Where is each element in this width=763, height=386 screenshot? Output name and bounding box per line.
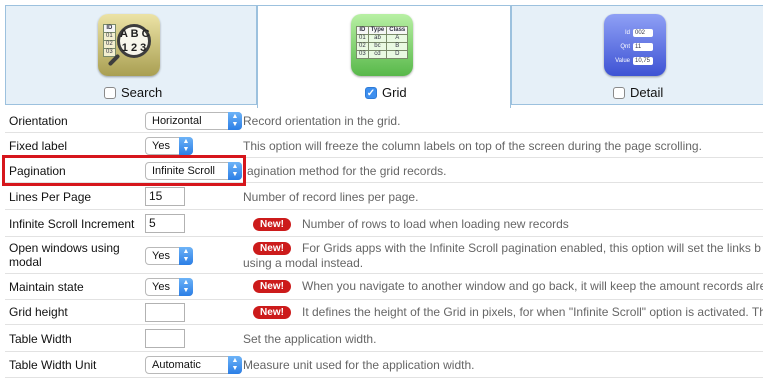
detail-icon-label: Value	[615, 58, 630, 64]
search-icon-cell: 03	[103, 48, 116, 57]
grid-icon-cell: 01	[356, 34, 369, 43]
detail-icon-row: Qnt 11	[612, 43, 653, 51]
search-icon-cell: ID	[103, 24, 116, 33]
setting-row-open-windows-modal: Open windows using modal Yes ▲ ▼ New! For…	[5, 237, 763, 274]
detail-icon-value: 10,75	[633, 57, 653, 65]
detail-icon-value: 11	[633, 43, 653, 51]
setting-label: modal	[9, 255, 42, 269]
search-icon-cell: 01	[103, 32, 116, 41]
tab-grid-toggle[interactable]: ✓ Grid	[365, 85, 407, 100]
select-arrows-icon: ▲ ▼	[179, 137, 193, 155]
infinite-scroll-increment-input[interactable]: 5	[145, 214, 185, 233]
setting-label: Infinite Scroll Increment	[9, 217, 135, 231]
tab-detail[interactable]: Id 002 Qnt 11 Value 10,75 Detail	[511, 5, 763, 105]
search-checkbox[interactable]	[104, 86, 116, 99]
search-icon-grid: ID 01 02 03	[103, 24, 116, 57]
tab-detail-toggle[interactable]: Detail	[613, 85, 663, 100]
orientation-select[interactable]: Horizontal ▲ ▼	[145, 112, 242, 130]
select-arrows-icon: ▲ ▼	[179, 278, 193, 296]
tab-search-toggle[interactable]: Search	[104, 85, 162, 100]
setting-description: Number of record lines per page.	[243, 190, 419, 204]
new-badge: New!	[253, 306, 291, 319]
select-value: Yes	[152, 140, 170, 152]
select-value: Yes	[152, 281, 170, 293]
detail-icon-label: Qnt	[620, 44, 630, 50]
detail-app-icon: Id 002 Qnt 11 Value 10,75	[604, 14, 666, 76]
detail-icon-value: 002	[633, 29, 653, 37]
maintain-state-select[interactable]: Yes ▲ ▼	[145, 278, 193, 296]
search-icon-cell: 02	[103, 40, 116, 49]
select-value: Horizontal	[152, 115, 202, 127]
pagination-highlight-box	[2, 155, 246, 186]
setting-row-maintain-state: Maintain state Yes ▲ ▼ New! When you navi…	[5, 274, 763, 300]
setting-row-orientation: Orientation Horizontal ▲ ▼ Record orienta…	[5, 108, 763, 133]
setting-label: Grid height	[9, 305, 68, 319]
grid-height-input[interactable]	[145, 303, 185, 322]
grid-icon-cell: A	[386, 34, 409, 43]
setting-description: This option will freeze the column label…	[243, 139, 702, 153]
tab-grid[interactable]: ID Type Class 01 ab A 02 bc B 03 cd D ✓ …	[257, 5, 511, 108]
setting-label: Open windows using	[9, 241, 120, 255]
setting-description: It defines the height of the Grid in pix…	[302, 305, 763, 319]
setting-description: Number of rows to load when loading new …	[302, 217, 569, 231]
setting-description: For Grids apps with the Infinite Scroll …	[302, 241, 761, 255]
setting-description: Record orientation in the grid.	[243, 114, 401, 128]
tab-detail-label: Detail	[630, 85, 664, 100]
tab-grid-label: Grid	[382, 85, 407, 100]
grid-checkbox[interactable]: ✓	[365, 86, 377, 99]
magnifier-icon: A B C 1 2 3	[117, 24, 151, 58]
grid-icon-cell: bc	[367, 42, 388, 51]
detail-icon-label: Id	[624, 30, 630, 36]
new-badge: New!	[253, 280, 291, 293]
select-arrows-icon: ▲ ▼	[228, 356, 242, 374]
select-arrows-icon: ▲ ▼	[228, 112, 242, 130]
setting-description: agination method for the grid records.	[247, 164, 447, 178]
grid-icon-cell: 03	[356, 50, 369, 59]
detail-icon-row: Value 10,75	[612, 57, 653, 65]
setting-label: Fixed label	[9, 139, 68, 153]
select-value: Automatic	[152, 359, 201, 371]
grid-icon-cell: B	[386, 42, 409, 51]
grid-icon-header: Type	[367, 26, 388, 35]
setting-description: Measure unit used for the application wi…	[243, 358, 475, 372]
setting-row-table-width-unit: Table Width Unit Automatic ▲ ▼ Measure un…	[5, 352, 763, 378]
table-width-input[interactable]	[145, 329, 185, 348]
new-badge: New!	[253, 218, 291, 231]
open-windows-modal-select[interactable]: Yes ▲ ▼	[145, 247, 193, 265]
lines-per-page-input[interactable]: 15	[145, 187, 185, 206]
search-app-icon: ID 01 02 03 A B C 1 2 3	[98, 14, 160, 76]
setting-row-infinite-scroll-increment: Infinite Scroll Increment 5 New! Number …	[5, 210, 763, 237]
new-badge: New!	[253, 242, 291, 255]
grid-icon-header: ID	[356, 26, 369, 35]
input-value: 15	[149, 189, 163, 203]
tab-search[interactable]: ID 01 02 03 A B C 1 2 3 Search	[5, 5, 257, 105]
setting-row-lines-per-page: Lines Per Page 15 Number of record lines…	[5, 183, 763, 210]
select-value: Yes	[152, 250, 170, 262]
grid-icon-table: ID Type Class 01 ab A 02 bc B 03 cd D	[356, 26, 409, 59]
grid-icon-cell: cd	[367, 50, 388, 59]
setting-description-continued: using a modal instead.	[243, 256, 364, 270]
tab-search-label: Search	[121, 85, 163, 100]
setting-description: When you navigate to another window and …	[302, 279, 763, 293]
fixed-label-select[interactable]: Yes ▲ ▼	[145, 137, 193, 155]
setting-row-grid-height: Grid height New! It defines the height o…	[5, 300, 763, 325]
grid-icon-cell: 02	[356, 42, 369, 51]
select-arrows-icon: ▲ ▼	[179, 247, 193, 265]
view-tabs: ID 01 02 03 A B C 1 2 3 Search ID Type C…	[0, 0, 763, 108]
table-width-unit-select[interactable]: Automatic ▲ ▼	[145, 356, 242, 374]
setting-description: Set the application width.	[243, 332, 377, 346]
setting-label: Table Width Unit	[9, 358, 97, 372]
detail-icon-row: Id 002	[612, 29, 653, 37]
setting-label: Orientation	[9, 114, 68, 128]
input-value: 5	[149, 216, 156, 230]
detail-checkbox[interactable]	[613, 86, 625, 99]
grid-icon-header: Class	[386, 26, 409, 35]
grid-icon-cell: ab	[367, 34, 388, 43]
setting-row-table-width: Table Width Set the application width.	[5, 325, 763, 352]
setting-label: Lines Per Page	[9, 190, 92, 204]
setting-label: Table Width	[9, 332, 72, 346]
setting-label: Maintain state	[9, 280, 84, 294]
grid-app-icon: ID Type Class 01 ab A 02 bc B 03 cd D	[351, 14, 413, 76]
grid-icon-cell: D	[386, 50, 409, 59]
